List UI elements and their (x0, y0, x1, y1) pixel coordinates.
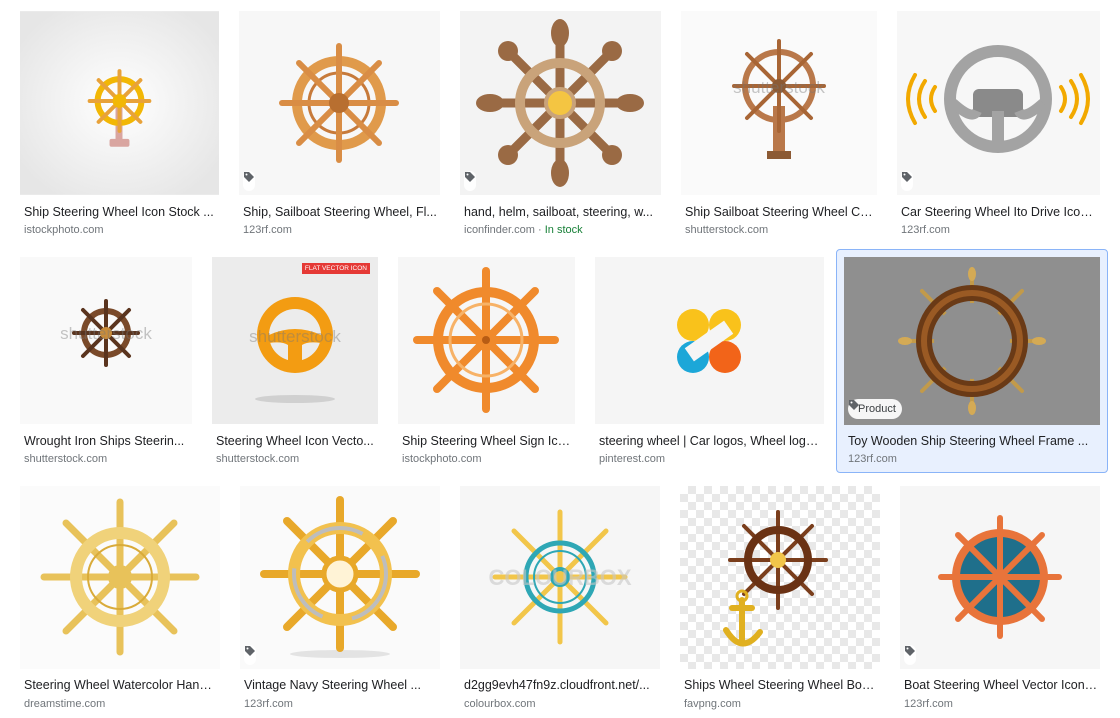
result-source: favpng.com (684, 698, 741, 710)
result-image[interactable] (20, 486, 220, 669)
result-image[interactable] (897, 11, 1100, 195)
watermark: shutterstock (733, 78, 825, 98)
result-card-4[interactable]: shutterstock Ship Sailboat Steering Whee… (681, 11, 878, 241)
result-title[interactable]: Car Steering Wheel Ito Drive Icon ... (901, 204, 1097, 220)
result-title[interactable]: Ship Steering Wheel Sign Ico... (402, 433, 572, 449)
watermark: shutterstock (60, 323, 152, 343)
result-source: 123rf.com (904, 698, 953, 710)
result-source-domain: iconfinder.com (464, 224, 535, 236)
result-image[interactable] (20, 11, 219, 195)
result-title[interactable]: Ship, Sailboat Steering Wheel, Fl... (243, 204, 437, 220)
result-image[interactable] (595, 257, 824, 424)
result-card-11[interactable]: Steering Wheel Watercolor Hand ... dream… (20, 486, 221, 716)
result-title[interactable]: Boat Steering Wheel Vector Icon ... (904, 677, 1098, 693)
result-source: dreamstime.com (24, 698, 106, 710)
result-source: 123rf.com (243, 224, 292, 236)
result-image[interactable] (398, 257, 575, 424)
result-title[interactable]: Ship Steering Wheel Icon Stock ... (24, 204, 216, 220)
result-card-2[interactable]: Ship, Sailboat Steering Wheel, Fl... 123… (239, 11, 440, 241)
tag-icon (849, 400, 859, 410)
result-image[interactable] (900, 486, 1100, 669)
result-title[interactable]: Ship Sailboat Steering Wheel Ca... (685, 204, 875, 220)
flat-vector-icon-badge: FLAT VECTOR ICON (301, 263, 370, 274)
tag-chip (244, 645, 256, 665)
product-tag: Product (848, 399, 902, 419)
result-card-12[interactable]: Vintage Navy Steering Wheel ... 123rf.co… (240, 486, 441, 716)
in-stock-label: In stock (544, 224, 583, 236)
result-title[interactable]: Vintage Navy Steering Wheel ... (244, 677, 438, 693)
result-card-1[interactable]: Ship Steering Wheel Icon Stock ... istoc… (20, 11, 220, 241)
result-source: istockphoto.com (24, 224, 104, 236)
tag-icon (245, 646, 255, 656)
result-source: 123rf.com (901, 224, 950, 236)
result-card-9[interactable]: steering wheel | Car logos, Wheel logo..… (595, 257, 824, 471)
result-source: shutterstock.com (24, 453, 108, 465)
result-card-7[interactable]: FLAT VECTOR ICON shutterstock Steering W… (212, 257, 379, 471)
tag-icon (465, 172, 475, 182)
result-card-15[interactable]: Boat Steering Wheel Vector Icon ... 123r… (900, 486, 1101, 716)
watermark: COLOURBOX (488, 564, 632, 590)
result-source: shutterstock.com (685, 224, 769, 236)
result-card-5[interactable]: Car Steering Wheel Ito Drive Icon ... 12… (897, 11, 1100, 241)
result-image[interactable]: Product (844, 257, 1100, 425)
result-card-13[interactable]: COLOURBOX d2gg9evh47fn9z.cloudfront.net/… (460, 486, 661, 716)
result-card-10[interactable]: Product Toy Wooden Ship Steering Wheel F… (836, 249, 1108, 473)
result-source: pinterest.com (599, 453, 666, 465)
product-tag-label: Product (858, 403, 896, 415)
tag-chip (904, 645, 916, 665)
result-card-8[interactable]: Ship Steering Wheel Sign Ico... istockph… (398, 257, 575, 471)
result-title[interactable]: Toy Wooden Ship Steering Wheel Frame ... (848, 433, 1102, 449)
result-image[interactable] (240, 486, 440, 669)
result-source: iconfinder.com · In stock (464, 224, 583, 236)
tag-icon (902, 172, 912, 182)
result-source: colourbox.com (464, 698, 536, 710)
tag-chip (243, 171, 255, 191)
watermark: shutterstock (249, 327, 341, 347)
result-title[interactable]: Steering Wheel Icon Vecto... (216, 433, 374, 449)
result-image[interactable]: COLOURBOX (460, 486, 660, 669)
result-title[interactable]: Wrought Iron Ships Steerin... (24, 433, 188, 449)
result-image[interactable] (680, 486, 880, 669)
result-image[interactable] (239, 11, 440, 195)
result-image[interactable] (460, 11, 661, 195)
result-source: istockphoto.com (402, 453, 482, 465)
result-title[interactable]: d2gg9evh47fn9z.cloudfront.net/... (464, 677, 658, 693)
result-card-6[interactable]: shutterstock Wrought Iron Ships Steerin.… (20, 257, 193, 471)
result-source: 123rf.com (848, 453, 897, 465)
result-title[interactable]: Steering Wheel Watercolor Hand ... (24, 677, 218, 693)
result-title[interactable]: hand, helm, sailboat, steering, w... (464, 204, 658, 220)
result-image[interactable]: shutterstock (20, 257, 192, 424)
result-title[interactable]: Ships Wheel Steering Wheel Boa... (684, 677, 878, 693)
tag-icon (244, 172, 254, 182)
result-image[interactable]: FLAT VECTOR ICON shutterstock (212, 257, 378, 424)
tag-icon (905, 646, 915, 656)
result-card-14[interactable]: Ships Wheel Steering Wheel Boa... favpng… (680, 486, 881, 716)
result-card-3[interactable]: hand, helm, sailboat, steering, w... ico… (460, 11, 661, 241)
result-title[interactable]: steering wheel | Car logos, Wheel logo..… (599, 433, 821, 449)
result-source: shutterstock.com (216, 453, 300, 465)
tag-chip (901, 171, 913, 191)
result-source: 123rf.com (244, 698, 293, 710)
tag-chip (464, 171, 476, 191)
result-image[interactable]: shutterstock (681, 11, 877, 195)
